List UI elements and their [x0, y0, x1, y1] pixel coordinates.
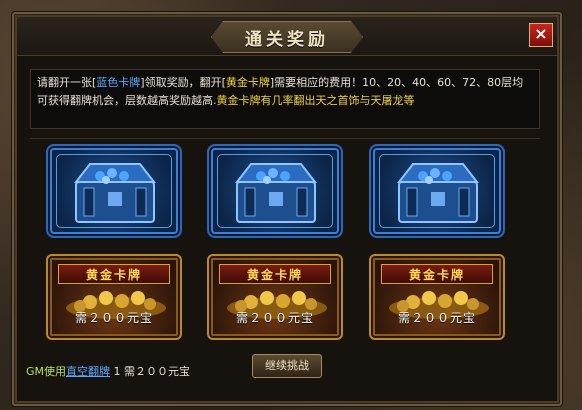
gold-card-label: 黄金卡牌 — [381, 264, 493, 284]
gold-card-price: 需２００元宝 — [74, 311, 153, 325]
close-icon: × — [534, 24, 548, 43]
desc-text-2: ]领取奖励，翻开[ — [140, 76, 226, 89]
gold-card-label: 黄金卡牌 — [58, 264, 170, 284]
title-bar: 通关奖励 × — [17, 17, 557, 56]
gm-flip-link[interactable]: 直空翻牌 — [66, 365, 110, 378]
gm-prefix: GM使用 — [26, 365, 67, 378]
title-plate: 通关奖励 — [211, 21, 363, 53]
gold-card-3[interactable]: 黄金卡牌 需２００元宝 — [369, 254, 505, 340]
continue-challenge-button[interactable]: 继续挑战 — [252, 354, 322, 378]
desc-text-1: 请翻开一张[ — [37, 76, 97, 89]
desc-gold-card: 黄金卡牌 — [225, 76, 270, 89]
dialog-title: 通关奖励 — [245, 29, 329, 50]
treasure-chest-icon — [396, 163, 480, 223]
gm-footer: GM使用直空翻牌 1 需２００元宝 — [26, 363, 190, 379]
desc-blue-card: 蓝色卡牌 — [96, 76, 141, 89]
gold-card-label: 黄金卡牌 — [219, 264, 331, 284]
description-box: 请翻开一张[蓝色卡牌]领取奖励，翻开[黄金卡牌]需要相应的费用！10、20、40… — [30, 69, 540, 129]
treasure-chest-icon — [234, 163, 318, 223]
blue-card-1[interactable] — [46, 144, 182, 238]
reward-dialog: 通关奖励 × 请翻开一张[蓝色卡牌]领取奖励，翻开[黄金卡牌]需要相应的费用！1… — [12, 12, 562, 406]
blue-card-2[interactable] — [207, 144, 343, 238]
divider — [30, 138, 540, 139]
treasure-chest-icon — [73, 163, 157, 223]
gold-card-2[interactable]: 黄金卡牌 需２００元宝 — [207, 254, 343, 340]
gold-card-1[interactable]: 黄金卡牌 需２００元宝 — [46, 254, 182, 340]
blue-card-3[interactable] — [369, 144, 505, 238]
gm-count: 1 — [113, 365, 121, 378]
gold-card-price: 需２００元宝 — [397, 311, 476, 325]
gold-card-price: 需２００元宝 — [235, 311, 314, 325]
desc-highlight: 黄金卡牌有几率翻出天之首饰与天屠龙等 — [216, 94, 415, 107]
close-button[interactable]: × — [529, 23, 553, 47]
gm-price: 需２００元宝 — [124, 365, 191, 378]
